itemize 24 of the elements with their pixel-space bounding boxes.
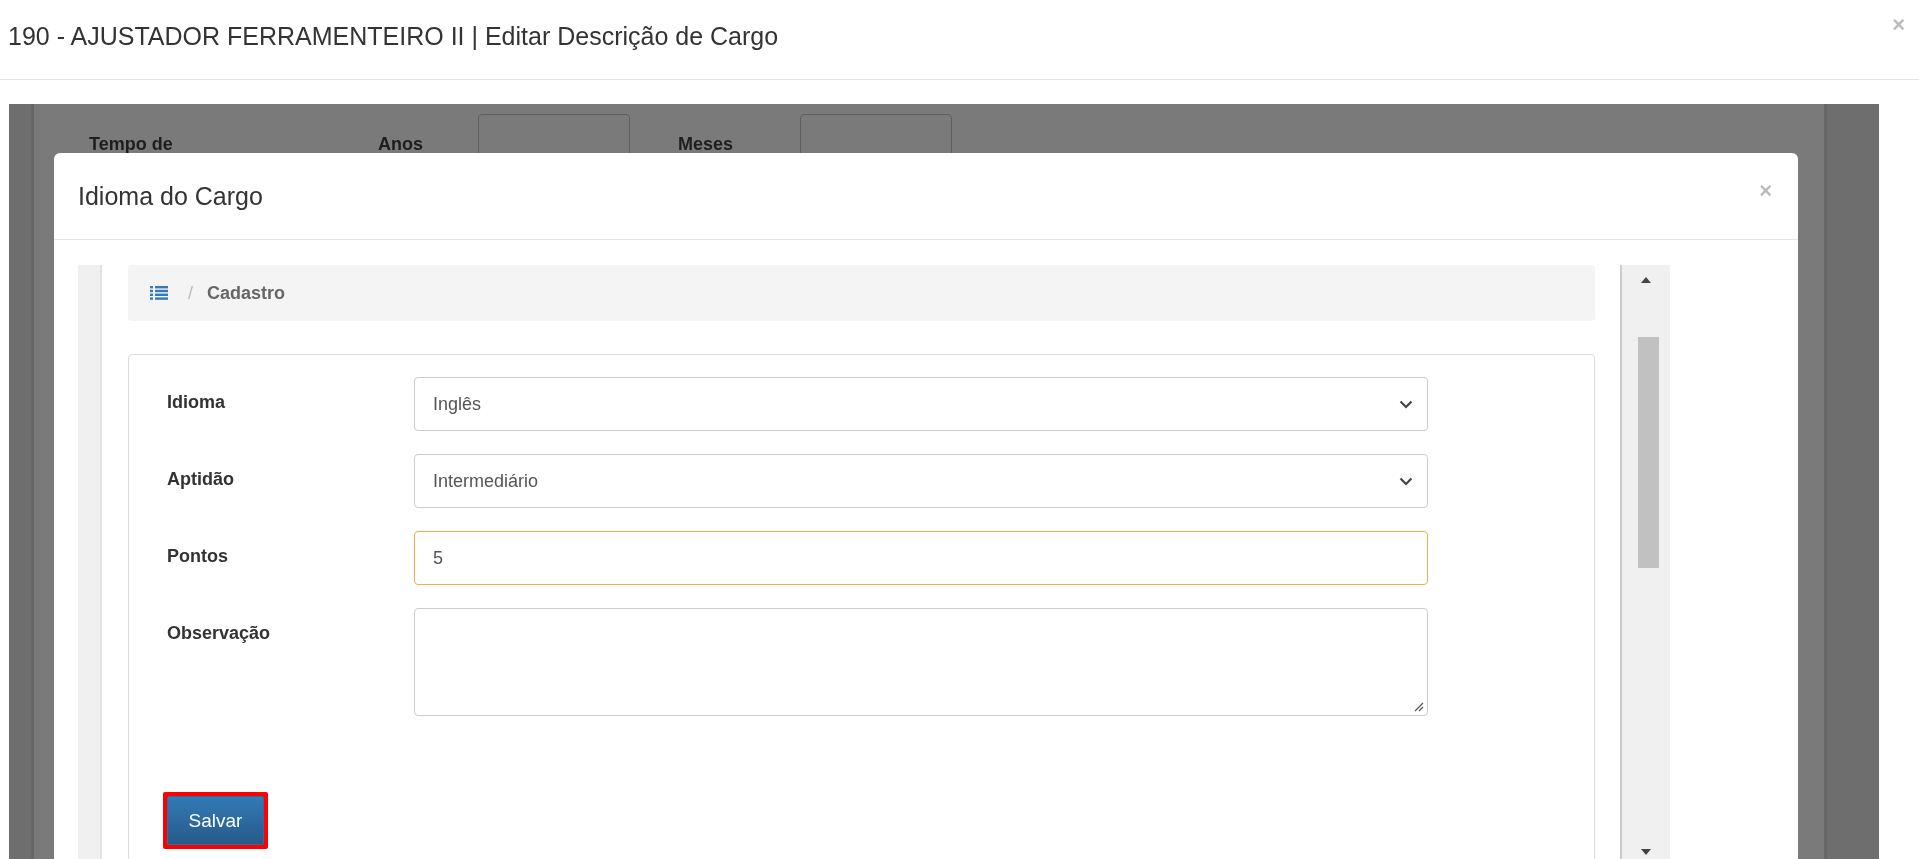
field-label: Tempo de (89, 134, 174, 155)
resize-grip-icon[interactable] (1414, 702, 1424, 712)
chevron-down-icon (1399, 399, 1413, 409)
scroll-down-icon[interactable] (1641, 849, 1651, 855)
chevron-down-icon (1399, 476, 1413, 486)
select-field[interactable]: Inglês (414, 377, 1428, 431)
dialog-title: Idioma do Cargo (78, 181, 263, 211)
select-field[interactable]: Intermediário (414, 454, 1428, 508)
window-title: 190 - AJUSTADOR FERRAMENTEIRO II | Editar Descrição de Cargo (8, 22, 779, 51)
scroll-up-icon[interactable] (1641, 277, 1651, 283)
save-button[interactable]: Salvar (167, 796, 264, 845)
field-label: Aptidão (167, 468, 235, 490)
scrollbar[interactable] (1620, 265, 1670, 859)
field-label: Meses (678, 134, 735, 155)
input-field[interactable]: 5 (414, 531, 1428, 585)
field-label: Anos (378, 134, 424, 155)
textarea-field[interactable] (414, 608, 1428, 716)
field-label: Idioma (167, 391, 226, 413)
list-icon[interactable] (150, 286, 168, 300)
field-label: Pontos (167, 545, 229, 567)
breadcrumb-separator: / (188, 282, 193, 304)
field-label: Observação (167, 622, 272, 644)
breadcrumb-item: Cadastro (207, 282, 286, 304)
scrollbar-thumb[interactable] (1637, 337, 1659, 568)
